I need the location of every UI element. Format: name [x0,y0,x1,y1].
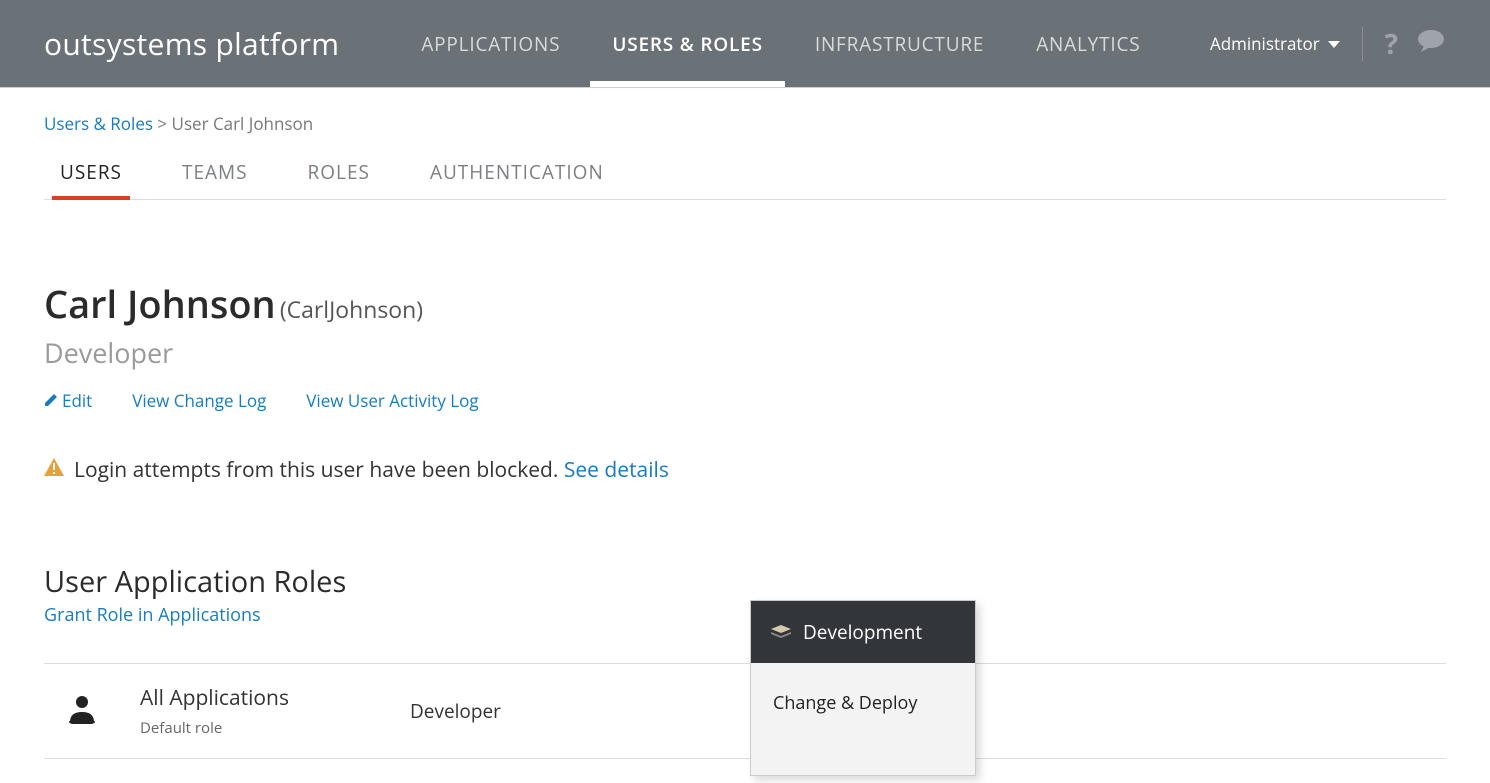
content: Users & Roles > User Carl Johnson USERS … [0,88,1490,775]
main-header: outsystems platform APPLICATIONS USERS &… [0,0,1490,88]
development-popup-header: Development [751,601,975,663]
app-sub: Default role [140,718,410,738]
role-col: Developer [410,698,501,724]
breadcrumb-current: User Carl Johnson [172,112,314,135]
warning-icon [44,456,64,484]
user-title: Carl Johnson (CarlJohnson) [44,278,1446,330]
tab-authentication[interactable]: AUTHENTICATION [428,149,606,199]
view-change-log-link[interactable]: View Change Log [132,389,266,412]
user-username: (CarlJohnson) [280,293,423,325]
caret-down-icon [1328,41,1340,48]
view-activity-log-link[interactable]: View User Activity Log [306,389,478,412]
app-info: All Applications Default role [140,684,410,738]
table-row: All Applications Default role Developer [44,663,1446,759]
nav-infrastructure[interactable]: INFRASTRUCTURE [793,0,1006,87]
breadcrumb-sep: > [157,112,167,135]
development-popup: Development Change & Deploy [750,600,976,776]
tab-users[interactable]: USERS [58,149,124,199]
header-right: Administrator ? [1210,25,1446,63]
alert-link[interactable]: See details [564,456,669,484]
user-silhouette-icon [68,694,96,729]
edit-label: Edit [62,389,92,412]
pencil-icon [44,389,58,412]
action-links: Edit View Change Log View User Activity … [44,389,1446,412]
app-name: All Applications [140,684,410,712]
user-menu[interactable]: Administrator [1210,32,1340,55]
chat-icon[interactable] [1416,29,1446,58]
breadcrumb-link[interactable]: Users & Roles [44,112,153,135]
user-menu-label: Administrator [1210,32,1320,55]
development-popup-body[interactable]: Change & Deploy [751,663,975,775]
breadcrumb: Users & Roles > User Carl Johnson [44,112,1446,135]
nav-applications[interactable]: APPLICATIONS [399,0,582,87]
logo: outsystems platform [44,23,339,64]
user-name: Carl Johnson [44,278,276,330]
nav-analytics[interactable]: ANALYTICS [1014,0,1162,87]
stack-icon [771,619,791,645]
user-role: Developer [44,334,1446,371]
roles-table: All Applications Default role Developer … [44,663,1446,759]
main-nav: APPLICATIONS USERS & ROLES INFRASTRUCTUR… [399,0,1210,87]
divider [1362,27,1363,61]
tab-teams[interactable]: TEAMS [180,149,250,199]
alert: Login attempts from this user have been … [44,456,1446,484]
edit-link[interactable]: Edit [44,389,92,412]
nav-users-roles[interactable]: USERS & ROLES [590,0,785,87]
tab-roles[interactable]: ROLES [306,149,372,199]
sub-tabs: USERS TEAMS ROLES AUTHENTICATION [44,149,1446,200]
roles-section-title: User Application Roles [44,562,1446,601]
alert-text: Login attempts from this user have been … [74,456,558,484]
development-popup-title: Development [803,619,922,645]
grant-role-link[interactable]: Grant Role in Applications [44,603,261,627]
help-icon[interactable]: ? [1385,25,1398,63]
